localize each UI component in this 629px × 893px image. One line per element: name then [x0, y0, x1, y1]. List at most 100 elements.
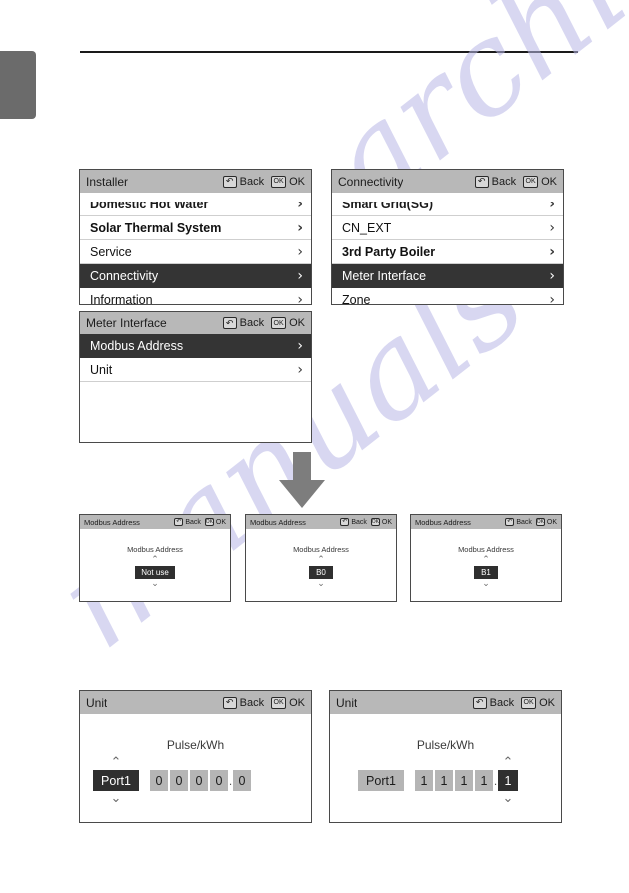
digit-box-1[interactable]: 1 [435, 770, 453, 791]
ok-button[interactable]: OK OK [523, 175, 557, 188]
digit-box-3[interactable]: 1 [475, 770, 493, 791]
menu-item-label: Meter Interface [342, 268, 427, 283]
digit-box-0[interactable]: 0 [150, 770, 168, 791]
panel-header-meter-interface: Meter Interface ↶ Back OK OK [80, 312, 311, 334]
digit-box-2[interactable]: 0 [190, 770, 208, 791]
ok-label: OK [381, 518, 392, 526]
digit-box-4[interactable]: 0 [233, 770, 251, 791]
ok-icon: OK [271, 696, 287, 709]
modbus-value[interactable]: B1 [474, 566, 498, 579]
back-label: Back [185, 518, 201, 526]
panel-header-modbus-2: Modbus Address ↶ Back OK OK [246, 515, 396, 529]
back-label: Back [239, 696, 265, 709]
chevron-right-icon: › [297, 337, 303, 354]
chevron-down-icon[interactable]: ⌄ [151, 580, 159, 589]
back-button[interactable]: ↶ Back [174, 518, 205, 526]
unit-value-row-2: Port1 1 1 1 1 . ⌃ 1 ⌄ [358, 756, 518, 805]
menu-item-solar-thermal-system[interactable]: Solar Thermal System › [80, 216, 311, 240]
back-button[interactable]: ↶ Back [222, 317, 271, 329]
panel-header-installer: Installer ↶ Back OK OK [80, 170, 311, 193]
chevron-up-icon[interactable]: ⌃ [151, 556, 159, 565]
ok-icon: OK [370, 518, 380, 526]
chevron-right-icon: › [549, 243, 555, 260]
ok-button[interactable]: OK OK [535, 518, 557, 526]
port-value[interactable]: Port1 [358, 770, 404, 791]
menu-item-3rd-party-boiler[interactable]: 3rd Party Boiler › [332, 240, 563, 264]
ok-label: OK [546, 518, 557, 526]
menu-item-zone[interactable]: Zone › [332, 288, 563, 304]
menu-item-label: Information [90, 292, 153, 305]
chevron-down-icon[interactable]: ⌄ [482, 580, 490, 589]
menu-item-unit[interactable]: Unit › [80, 358, 311, 382]
back-icon: ↶ [174, 518, 184, 526]
ok-icon: OK [523, 175, 539, 188]
panel-connectivity: Connectivity ↶ Back OK OK Smart Grid(SG)… [331, 169, 564, 305]
chevron-up-icon[interactable]: ⌃ [317, 556, 325, 565]
ok-button[interactable]: OK OK [271, 317, 305, 329]
menu-item-cn-ext[interactable]: CN_EXT › [332, 216, 563, 240]
ok-button[interactable]: OK OK [521, 696, 555, 709]
menu-item-meter-interface[interactable]: Meter Interface › [332, 264, 563, 288]
digit-box-0[interactable]: 1 [415, 770, 433, 791]
unit-edit-body-1: Pulse/kWh ⌃ Port1 ⌄ 0 0 0 0 . 0 [80, 714, 311, 822]
chevron-right-icon: › [297, 361, 303, 378]
panel-header-modbus-3: Modbus Address ↶ Back OK OK [411, 515, 561, 529]
modbus-value[interactable]: Not use [135, 566, 175, 579]
panel-unit-2: Unit ↶ Back OK OK Pulse/kWh Port1 1 1 1 … [329, 690, 562, 823]
back-button[interactable]: ↶ Back [474, 175, 523, 188]
modbus-stepper-3[interactable]: ⌃ B1 ⌄ [411, 556, 561, 589]
menu-item-connectivity[interactable]: Connectivity › [80, 264, 311, 288]
back-button[interactable]: ↶ Back [505, 518, 536, 526]
chevron-down-icon[interactable]: ⌄ [503, 792, 514, 805]
back-button[interactable]: ↶ Back [222, 175, 271, 188]
panel-title: Connectivity [338, 174, 404, 189]
ok-button[interactable]: OK OK [271, 696, 305, 709]
chevron-down-icon[interactable]: ⌄ [317, 580, 325, 589]
chevron-up-icon[interactable]: ⌃ [111, 756, 122, 769]
digit-box-3[interactable]: 0 [210, 770, 228, 791]
ok-button[interactable]: OK OK [204, 518, 226, 526]
ok-button[interactable]: OK OK [271, 175, 305, 188]
modbus-stepper-2[interactable]: ⌃ B0 ⌄ [246, 556, 396, 589]
header-actions: ↶ Back OK OK [174, 518, 226, 526]
port-value[interactable]: Port1 [93, 770, 139, 791]
chevron-down-icon[interactable]: ⌄ [111, 792, 122, 805]
chevron-up-icon[interactable]: ⌃ [482, 556, 490, 565]
digit-box-1[interactable]: 0 [170, 770, 188, 791]
ok-label: OK [539, 696, 555, 709]
ok-icon: OK [204, 518, 214, 526]
back-icon: ↶ [505, 518, 515, 526]
header-actions: ↶ Back OK OK [505, 518, 557, 526]
page-edge-tab [0, 51, 36, 119]
back-button[interactable]: ↶ Back [340, 518, 371, 526]
ok-icon: OK [535, 518, 545, 526]
digit-box-4[interactable]: 1 [498, 770, 518, 791]
modbus-value[interactable]: B0 [309, 566, 333, 579]
back-label: Back [491, 175, 517, 188]
digit-stepper-2[interactable]: ⌃ 1 ⌄ [498, 756, 518, 805]
ok-label: OK [289, 175, 305, 188]
chevron-up-icon[interactable]: ⌃ [503, 756, 514, 769]
back-button[interactable]: ↶ Back [222, 696, 271, 709]
menu-item-modbus-address[interactable]: Modbus Address › [80, 334, 311, 358]
panel-installer: Installer ↶ Back OK OK Domestic Hot Wate… [79, 169, 312, 305]
ok-label: OK [541, 175, 557, 188]
back-icon: ↶ [222, 317, 237, 329]
menu-item-label: Solar Thermal System [90, 220, 222, 235]
panel-meter-interface: Meter Interface ↶ Back OK OK Modbus Addr… [79, 311, 312, 443]
digit-box-2[interactable]: 1 [455, 770, 473, 791]
unit-edit-body-2: Pulse/kWh Port1 1 1 1 1 . ⌃ 1 ⌄ [330, 714, 561, 822]
ok-label: OK [289, 696, 305, 709]
back-button[interactable]: ↶ Back [472, 696, 521, 709]
header-actions: ↶ Back OK OK [474, 175, 557, 188]
menu-item-service[interactable]: Service › [80, 240, 311, 264]
scroll-clip-mask [332, 193, 563, 202]
modbus-stepper-1[interactable]: ⌃ Not use ⌄ [80, 556, 230, 589]
port-stepper-1[interactable]: ⌃ Port1 ⌄ [93, 756, 139, 805]
menu-item-information[interactable]: Information › [80, 288, 311, 305]
ok-button[interactable]: OK OK [370, 518, 392, 526]
ok-label: OK [215, 518, 226, 526]
back-icon: ↶ [222, 696, 237, 709]
menu-item-label: Service [90, 244, 132, 259]
menu-item-label: CN_EXT [342, 220, 392, 235]
